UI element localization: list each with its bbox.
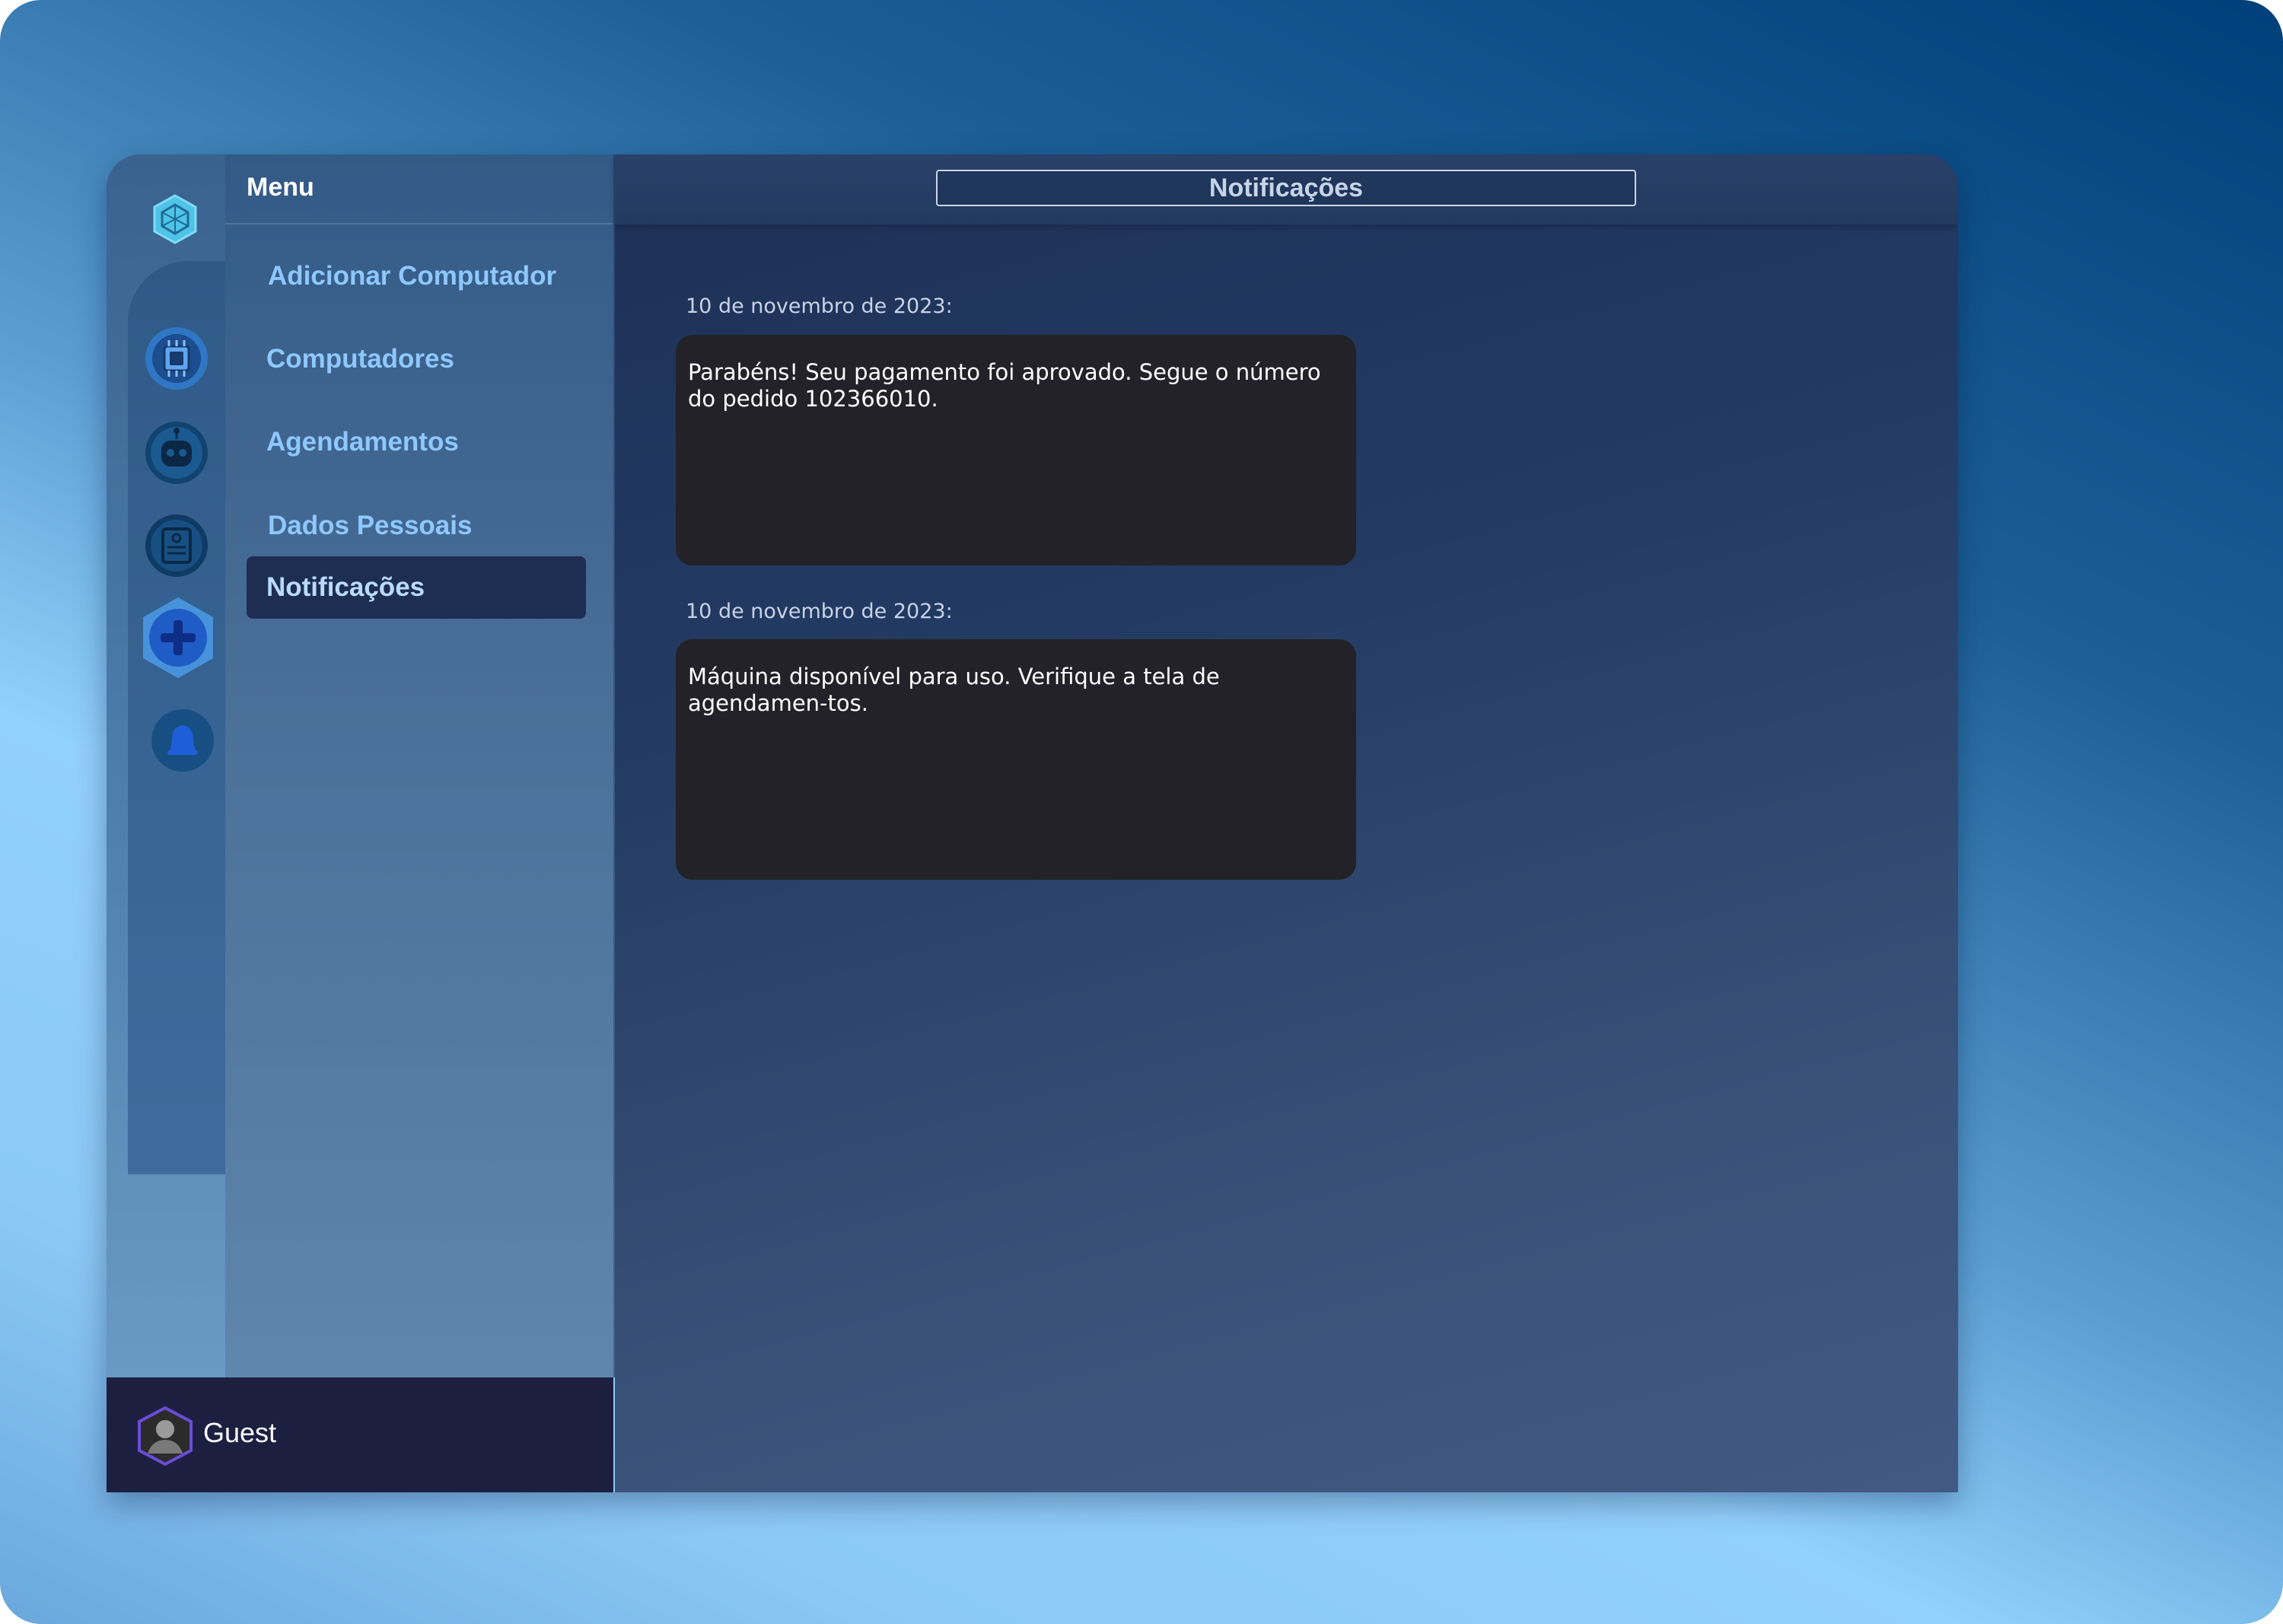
notification-card[interactable]: Parabéns! Seu pagamento foi aprovado. Se…: [676, 335, 1356, 565]
notification-date: 10 de novembro de 2023:: [686, 600, 953, 623]
menu-item-agendamentos[interactable]: Agendamentos: [225, 411, 565, 473]
main-content: Notificações 10 de novembro de 2023: Par…: [615, 154, 1958, 1492]
icon-rail: [107, 154, 225, 1377]
menu-title: Menu: [247, 173, 314, 202]
hexagon-logo-icon[interactable]: [146, 190, 204, 248]
notification-message: Parabéns! Seu pagamento foi aprovado. Se…: [688, 359, 1321, 412]
menu-item-notificacoes[interactable]: Notificações: [247, 556, 586, 619]
desktop-background: 2 Menu Adicionar Computador Computadores…: [0, 0, 2283, 1624]
avatar[interactable]: [137, 1406, 193, 1466]
menu-item-dados-pessoais[interactable]: Dados Pessoais: [225, 495, 565, 557]
user-name: Guest: [203, 1417, 277, 1448]
page-title: Notificações: [936, 170, 1636, 206]
notification-date: 10 de novembro de 2023:: [686, 295, 953, 318]
add-icon[interactable]: [140, 596, 216, 680]
menu-header: Menu: [225, 154, 613, 224]
menu-item-computadores[interactable]: Computadores: [225, 328, 565, 390]
user-bar[interactable]: Guest: [107, 1377, 613, 1492]
notification-message: Máquina disponível para uso. Verifique a…: [688, 664, 1220, 716]
form-icon[interactable]: [145, 514, 209, 578]
computer-chip-icon[interactable]: [145, 326, 209, 390]
menu-item-adicionar-computador[interactable]: Adicionar Computador: [225, 245, 565, 307]
app-window: 2 Menu Adicionar Computador Computadores…: [107, 154, 1958, 1492]
main-header: Notificações: [615, 154, 1958, 224]
bell-icon[interactable]: [151, 709, 215, 772]
menu-panel: Menu Adicionar Computador Computadores A…: [225, 154, 615, 1377]
notification-card[interactable]: Máquina disponível para uso. Verifique a…: [676, 639, 1356, 880]
robot-icon[interactable]: [145, 421, 209, 485]
